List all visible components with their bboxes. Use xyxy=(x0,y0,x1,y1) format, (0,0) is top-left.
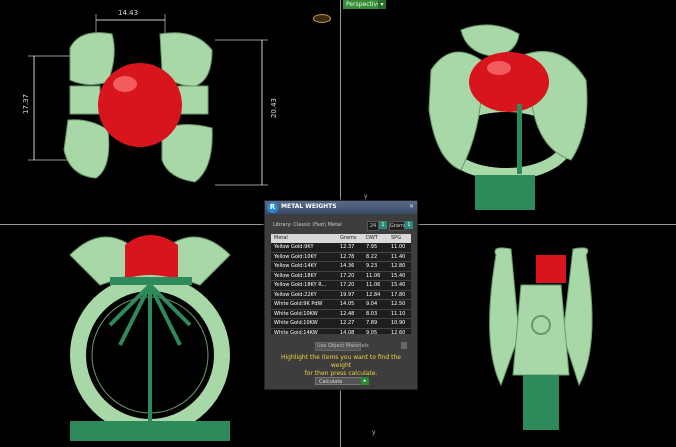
table-row[interactable]: Yellow Gold:22KY 19.97 12.84 17.80 xyxy=(271,290,411,300)
table-cell: 11.06 xyxy=(366,272,381,279)
table-row[interactable]: White Gold:14KW 14.08 9.05 12.60 xyxy=(271,328,411,335)
app-logo-icon: R xyxy=(267,202,278,213)
table-cell: Yellow Gold:14KY xyxy=(274,263,317,269)
viewport-perspective[interactable] xyxy=(341,0,676,224)
table-cell: White Gold:14KW xyxy=(274,329,318,335)
table-cell: 9.05 xyxy=(366,329,378,335)
table-cell: 12.60 xyxy=(391,329,406,335)
column-header[interactable]: DWT xyxy=(366,234,391,243)
spin-box[interactable]: 24 xyxy=(367,221,379,231)
table-cell: Yellow Gold:18KY xyxy=(274,272,317,279)
table-cell: 14.08 xyxy=(340,329,355,335)
table-cell: Yellow Gold:9KY xyxy=(274,244,314,250)
table-cell: White Gold:10KW xyxy=(274,320,318,326)
table-row[interactable]: Yellow Gold:14KY 14.36 9.23 12.80 xyxy=(271,262,411,272)
table-cell: 12.27 xyxy=(340,320,355,326)
table-cell: White Gold:9K PdW xyxy=(274,301,323,307)
metal-weights-dialog: R METAL WEIGHTS ✕ Library: Classic (Fast… xyxy=(264,200,418,390)
table-body: Yellow Gold:9KY 12.37 7.95 11.00 Yellow Gold… xyxy=(271,243,411,334)
table-cell: 9.23 xyxy=(366,263,378,269)
table-cell: 8.22 xyxy=(366,253,378,260)
table-cell: Yellow Gold:10KY xyxy=(274,253,317,260)
units-box[interactable]: Grams xyxy=(389,221,406,231)
table-cell: 12.48 xyxy=(340,310,355,317)
table-cell: 10.90 xyxy=(391,320,406,326)
table-header: Metal Grams DWT SPG xyxy=(271,234,411,243)
table-row[interactable]: White Gold:9K PdW 14.05 9.04 12.50 xyxy=(271,300,411,310)
table-cell: 19.97 xyxy=(340,291,355,298)
calculate-button[interactable]: Calculate xyxy=(315,377,365,385)
table-row[interactable]: Yellow Gold:10KY 12.78 8.22 11.40 xyxy=(271,252,411,262)
table-cell: 12.78 xyxy=(340,253,355,260)
table-cell: 11.40 xyxy=(391,253,406,260)
dialog-title-bar[interactable]: R METAL WEIGHTS ✕ xyxy=(265,201,417,214)
table-row[interactable]: Yellow Gold:18KY 17.20 11.06 15.40 xyxy=(271,271,411,281)
dimension-height-right: 20.43 xyxy=(270,97,279,119)
table-cell: 14.05 xyxy=(340,301,355,307)
library-label: Library: Classic (Fast) Metal xyxy=(273,222,342,228)
ring-perspective-view xyxy=(428,24,588,210)
column-header[interactable]: Grams xyxy=(340,234,366,243)
viewport-top[interactable] xyxy=(0,0,340,224)
axis-label-top: y xyxy=(364,193,368,200)
table-row[interactable]: Yellow Gold:18KY R... 17.20 11.06 15.40 xyxy=(271,281,411,291)
table-cell: 9.04 xyxy=(366,301,378,307)
table-cell: 11.10 xyxy=(391,310,406,317)
table-cell: 11.06 xyxy=(366,282,381,288)
table-cell: 17.20 xyxy=(340,282,355,288)
viewport-menu-chevron-icon[interactable]: ▾ xyxy=(378,0,386,9)
dropdown-arrow-icon[interactable] xyxy=(401,342,407,349)
table-cell: 7.95 xyxy=(366,244,378,250)
table-row[interactable]: White Gold:10KW 12.48 8.03 11.10 xyxy=(271,309,411,319)
table-cell: 14.36 xyxy=(340,263,355,269)
table-cell: 11.00 xyxy=(391,244,406,250)
table-cell: 12.80 xyxy=(391,263,406,269)
use-object-materials-label: Use Object Materials xyxy=(317,343,369,349)
units-button-icon[interactable]: 1 xyxy=(405,221,413,229)
dimension-width: 14.43 xyxy=(118,9,139,17)
use-object-materials-option[interactable]: Use Object Materials xyxy=(315,342,407,351)
table-cell: White Gold:10KW xyxy=(274,310,318,317)
spin-button-icon[interactable]: 1 xyxy=(379,221,387,229)
navigation-widget-icon[interactable] xyxy=(313,14,331,23)
column-header[interactable]: SPG xyxy=(391,234,411,243)
close-icon[interactable]: ✕ xyxy=(409,203,414,210)
table-cell: 15.40 xyxy=(391,282,406,288)
table-cell: 12.50 xyxy=(391,301,406,307)
dimension-height-left: 17.37 xyxy=(22,93,31,115)
dialog-settings-bar: Library: Classic (Fast) Metal 24 1 Grams… xyxy=(269,221,413,231)
table-cell: 7.89 xyxy=(366,320,378,326)
column-header[interactable]: Metal xyxy=(271,234,340,243)
metal-weights-table: Metal Grams DWT SPG Yellow Gold:9KY 12.37… xyxy=(271,234,411,334)
table-cell: 12.84 xyxy=(366,291,381,298)
table-cell: Yellow Gold:22KY xyxy=(274,291,317,298)
instruction-line-1: Highlight the items you want to find the… xyxy=(281,354,401,369)
axis-label-bottom: y xyxy=(372,429,376,436)
calculate-arrow-icon[interactable]: ▸ xyxy=(361,377,369,385)
table-cell: 15.40 xyxy=(391,272,406,279)
table-cell: 12.37 xyxy=(340,244,355,250)
table-cell: Yellow Gold:18KY R... xyxy=(274,282,327,288)
dialog-title: METAL WEIGHTS xyxy=(281,203,337,210)
table-row[interactable]: White Gold:10KW 12.27 7.89 10.90 xyxy=(271,319,411,329)
table-cell: 17.20 xyxy=(340,272,355,279)
table-cell: 8.03 xyxy=(366,310,378,317)
table-row[interactable]: Yellow Gold:9KY 12.37 7.95 11.00 xyxy=(271,243,411,253)
instruction-message: Highlight the items you want to find the… xyxy=(271,354,411,378)
table-cell: 17.80 xyxy=(391,291,406,298)
ring-top-view xyxy=(28,14,268,186)
